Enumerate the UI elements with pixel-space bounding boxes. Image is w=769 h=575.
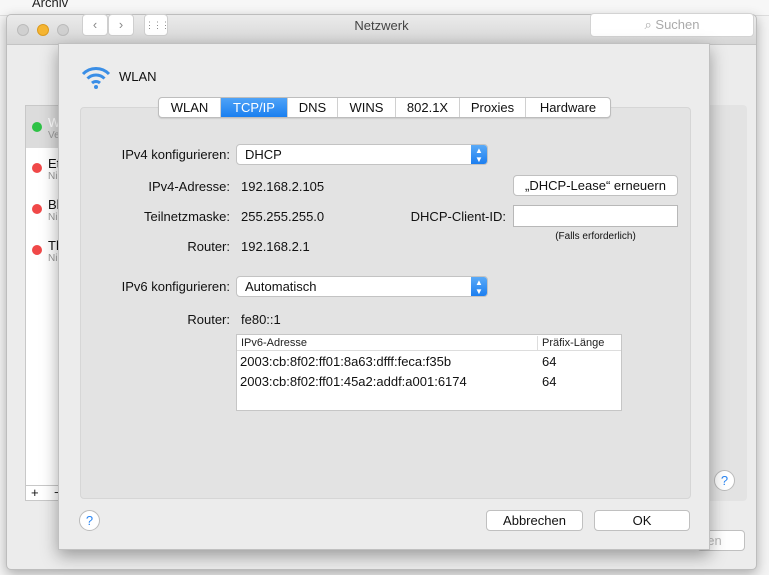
ipv4-address-label: IPv4-Adresse: — [148, 179, 230, 194]
ok-button[interactable]: OK — [594, 510, 690, 531]
tab-wlan[interactable]: WLAN — [159, 98, 221, 117]
search-placeholder: Suchen — [655, 17, 700, 32]
router-label: Router: — [187, 239, 230, 254]
table-row-1-prefix: 64 — [542, 354, 557, 369]
router-value: 192.168.2.1 — [241, 239, 310, 254]
tab-bar: WLAN TCP/IP DNS WINS 802.1X Proxies Hard… — [158, 97, 611, 118]
search-icon: ⌕ — [644, 17, 656, 32]
table-row-2-prefix: 64 — [542, 374, 557, 389]
tab-8021x[interactable]: 802.1X — [396, 98, 460, 117]
ipv4-address-value: 192.168.2.105 — [241, 179, 325, 194]
service-status: Ni — [48, 253, 58, 264]
status-dot-icon — [32, 122, 42, 132]
column-header-address[interactable]: IPv6-Adresse — [241, 335, 307, 351]
advanced-settings-sheet: WLAN WLAN TCP/IP DNS WINS 802.1X Proxies… — [58, 43, 710, 550]
question-icon: ? — [720, 473, 729, 488]
renew-dhcp-lease-button[interactable]: „DHCP-Lease“ erneuern — [513, 175, 678, 196]
ipv6-config-value: Automatisch — [245, 279, 317, 294]
ipv6-router-label: Router: — [187, 312, 230, 327]
tab-tcpip[interactable]: TCP/IP — [221, 98, 288, 117]
ipv6-router-value: fe80::1 — [241, 312, 281, 327]
chevron-updown-icon: ▲ ▼ — [471, 145, 487, 164]
interface-name: WLAN — [119, 69, 157, 84]
window-help-button[interactable]: ? — [714, 470, 735, 491]
tab-proxies[interactable]: Proxies — [460, 98, 526, 117]
chevron-updown-icon: ▲ ▼ — [471, 277, 487, 296]
ipv4-config-value: DHCP — [245, 147, 282, 162]
cancel-button[interactable]: Abbrechen — [486, 510, 583, 531]
tab-hardware[interactable]: Hardware — [526, 98, 610, 117]
table-row-2-address: 2003:cb:8f02:ff01:45a2:addf:a001:6174 — [240, 374, 467, 389]
settings-panel — [80, 107, 691, 499]
ipv6-config-select[interactable]: Automatisch ▲ ▼ — [236, 276, 488, 297]
ipv4-config-label: IPv4 konfigurieren: — [121, 147, 230, 162]
client-id-input[interactable] — [513, 205, 678, 227]
question-icon: ? — [85, 513, 94, 528]
table-row-1-address: 2003:cb:8f02:ff01:8a63:dfff:feca:f35b — [240, 354, 452, 369]
subnet-label: Teilnetzmaske: — [144, 209, 230, 224]
column-header-prefix[interactable]: Präfix-Länge — [542, 335, 604, 351]
status-dot-icon — [32, 163, 42, 173]
wifi-icon — [81, 67, 111, 89]
ipv4-config-select[interactable]: DHCP ▲ ▼ — [236, 144, 488, 165]
help-button[interactable]: ? — [79, 510, 100, 531]
ipv6-config-label: IPv6 konfigurieren: — [121, 279, 230, 294]
add-service-button[interactable]: + — [31, 486, 39, 500]
titlebar: ‹ › ⋮⋮⋮ Netzwerk ⌕ Suchen — [7, 13, 756, 45]
tab-dns[interactable]: DNS — [288, 98, 338, 117]
client-id-label: DHCP-Client-ID: — [410, 209, 506, 224]
search-input[interactable]: ⌕ Suchen — [590, 13, 754, 37]
background-menu-text: Archiv — [32, 0, 69, 10]
tab-wins[interactable]: WINS — [338, 98, 396, 117]
client-id-hint: (Falls erforderlich) — [555, 231, 636, 242]
ipv6-address-table: IPv6-Adresse Präfix-Länge 2003:cb:8f02:f… — [236, 334, 622, 411]
